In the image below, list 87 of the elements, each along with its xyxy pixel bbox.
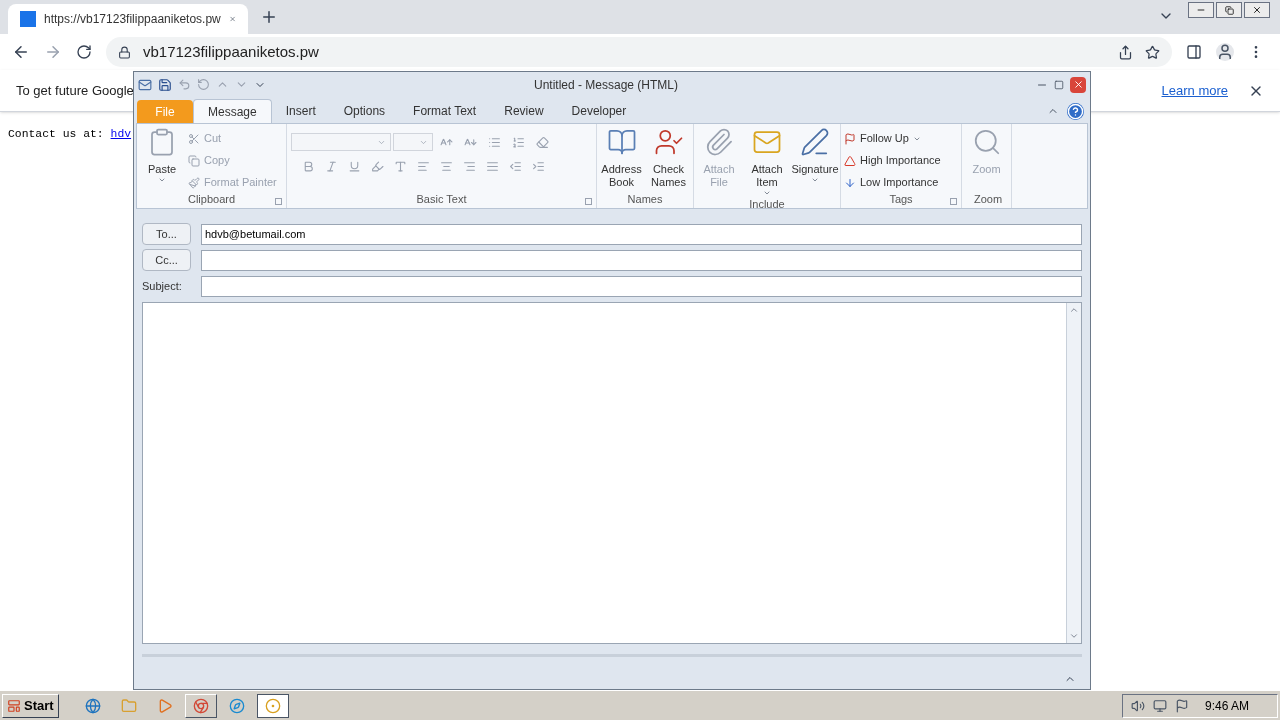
ribbon-button[interactable]: Low Importance [844,174,941,191]
redo-icon[interactable] [197,78,210,91]
group-label: Include [748,197,786,211]
scroll-down-icon[interactable] [1069,631,1079,641]
close-icon [1252,5,1262,15]
input-field[interactable] [201,249,1082,271]
window-title: Untitled - Message (HTML) [532,76,679,94]
launcher-icon[interactable] [585,198,592,205]
restore-button[interactable] [1216,2,1242,18]
ribbon-tab[interactable]: Developer [557,99,641,123]
caret-icon [763,189,771,197]
lock-icon [118,45,131,59]
address-bar[interactable]: vb17123filippaaniketos.pw [106,37,1172,67]
compass-icon [228,697,245,714]
contact-text: Contact us at: [8,128,104,140]
side-panel-icon[interactable] [1186,44,1202,60]
close-icon [1072,79,1084,90]
maximize-icon[interactable] [1054,79,1064,90]
flag-icon[interactable] [1175,698,1189,713]
new-tab-icon[interactable] [260,8,278,26]
undo-icon[interactable] [178,78,191,91]
infobar-text: To get future Google [16,81,134,100]
caret-icon [158,176,166,184]
ribbon-tab[interactable]: Review [490,99,558,123]
ribbon-button[interactable]: Signature [793,127,837,197]
ribbon-tab[interactable]: Insert [271,99,330,123]
group-label: Clipboard [186,192,237,207]
input-field[interactable]: hdvb@betumail.com [201,223,1082,245]
restore-icon [1224,5,1234,15]
book-icon [606,127,637,157]
launcher-icon[interactable] [275,198,282,205]
brush-icon [188,176,200,189]
network-icon[interactable] [1153,698,1167,713]
address-button[interactable]: To... [142,223,191,245]
taskbar-button[interactable] [256,693,289,718]
group-label: Names [626,192,664,207]
input-field[interactable] [201,275,1082,297]
ribbon-tab[interactable]: Format Text [399,99,491,123]
ribbon-button[interactable]: High Importance [844,152,941,169]
app-icon [264,697,281,714]
tab-title: https://vb17123filippaaniketos.pw [44,11,221,28]
ribbon-button[interactable]: Paste [140,127,184,191]
group-label: Tags [888,192,914,207]
flag-icon [844,132,856,145]
profile-icon[interactable] [1216,43,1234,61]
scissors-icon [188,132,200,145]
group-label: Basic Text [415,192,468,207]
browser-tab[interactable]: https://vb17123filippaaniketos.pw [8,4,248,34]
forward-icon[interactable] [44,43,62,61]
address-button[interactable]: Cc... [142,249,191,271]
caret-icon [811,176,819,184]
ribbon-button[interactable]: Attach Item [745,127,789,197]
font-size-dropdown[interactable] [393,133,433,151]
field-label: Subject: [142,278,183,294]
back-icon[interactable] [12,43,30,61]
ribbon-tab[interactable]: Message [193,99,272,123]
font-name-dropdown[interactable] [291,133,391,151]
folder-icon [120,697,137,714]
share-icon[interactable] [1118,44,1133,60]
copy-icon [188,154,200,167]
globe-icon [84,697,101,714]
scroll-up-icon[interactable] [1069,305,1079,315]
people-check-icon [653,127,684,157]
ribbon-button[interactable]: Check Names [647,127,690,189]
start-button[interactable]: Start [2,693,59,718]
reload-icon[interactable] [76,44,92,60]
learn-more-link[interactable]: Learn more [1161,80,1228,101]
launcher-icon[interactable] [950,198,957,205]
help-icon[interactable] [1067,103,1084,120]
message-icon[interactable] [138,77,152,92]
favicon-icon [20,11,36,27]
ribbon-button[interactable]: Follow Up [844,130,941,147]
close-button[interactable] [1070,76,1086,93]
ribbon-button[interactable]: Address Book [600,127,643,189]
paperclip-icon [704,127,734,157]
down-arrow-icon [844,176,856,189]
clock: 9:46 AM [1205,697,1250,715]
browser-icon [192,697,209,714]
minimize-button[interactable] [1188,2,1214,18]
save-icon[interactable] [158,77,172,92]
scrollbar[interactable] [1066,303,1081,643]
email-link[interactable]: hdv [110,128,132,140]
star-icon[interactable] [1145,44,1160,60]
close-button[interactable] [1244,2,1270,18]
volume-icon[interactable] [1131,698,1145,713]
pencil-icon [800,127,830,157]
ribbon-tab[interactable]: Options [329,99,400,123]
